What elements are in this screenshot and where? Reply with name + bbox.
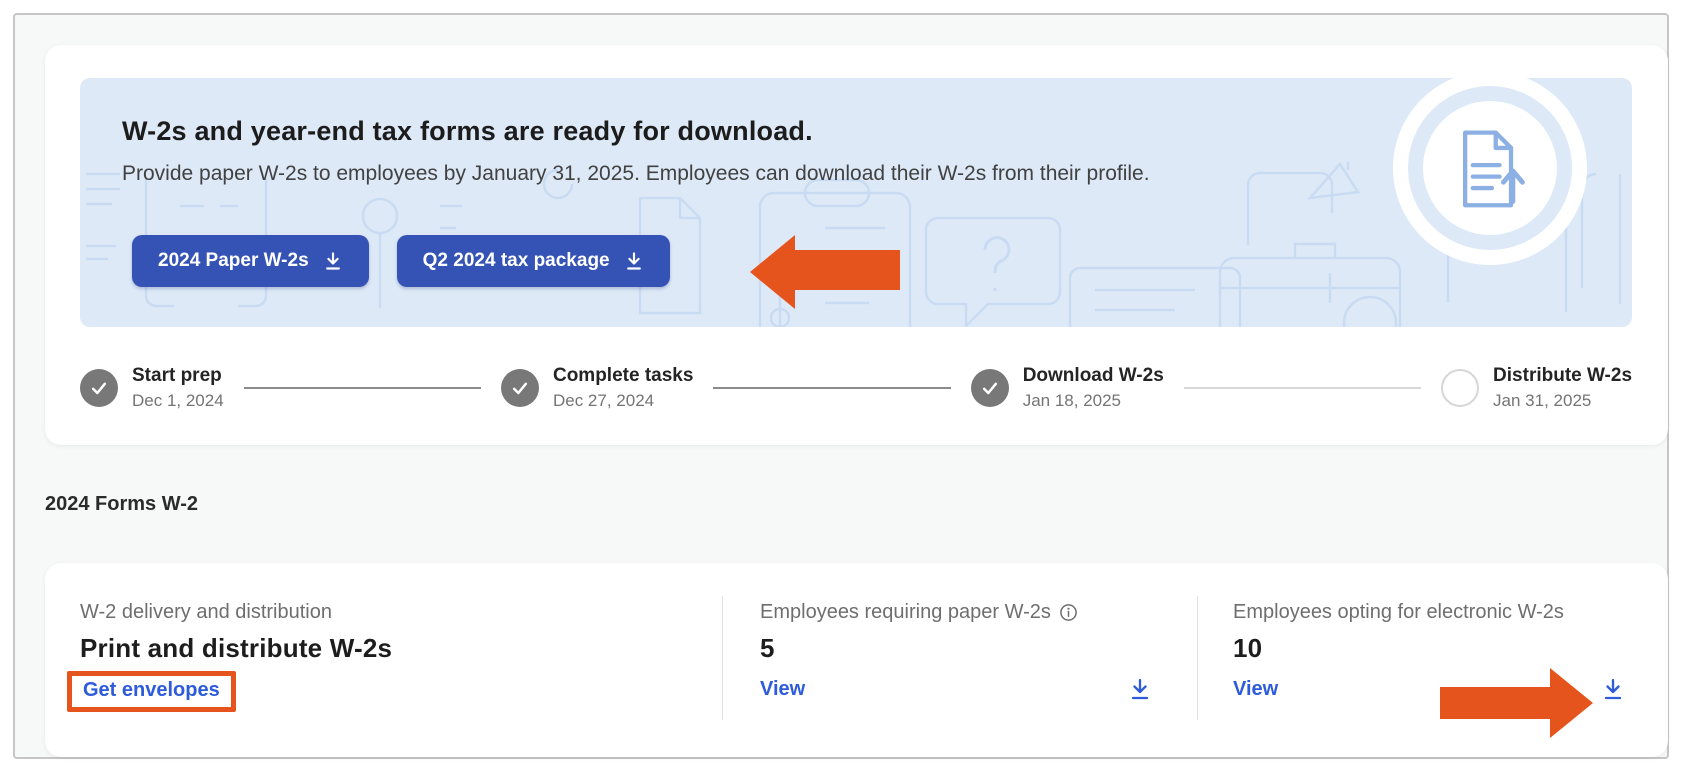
timeline-step-start-prep: Start prep Dec 1, 2024 xyxy=(80,365,224,411)
timeline-connector xyxy=(244,387,481,389)
step-label: Distribute W-2s xyxy=(1493,365,1632,387)
timeline-step-download-w2s: Download W-2s Jan 18, 2025 xyxy=(971,365,1164,411)
step-date: Jan 18, 2025 xyxy=(1023,391,1164,411)
timeline-connector xyxy=(713,387,950,389)
column-divider xyxy=(722,596,723,720)
delivery-column-title: Print and distribute W-2s xyxy=(80,633,722,664)
step-date: Dec 27, 2024 xyxy=(553,391,693,411)
download-icon xyxy=(323,251,343,271)
electronic-w2s-count: 10 xyxy=(1233,633,1625,664)
column-divider xyxy=(1197,596,1198,720)
w2-progress-timeline: Start prep Dec 1, 2024 Complete tasks De… xyxy=(80,359,1632,417)
document-upload-icon xyxy=(1451,125,1529,211)
paper-w2s-count: 5 xyxy=(760,633,1152,664)
annotation-arrow-right-icon xyxy=(1440,668,1593,738)
step-complete-circle xyxy=(971,369,1009,407)
timeline-connector xyxy=(1184,387,1421,389)
step-label: Start prep xyxy=(132,365,224,387)
electronic-w2s-view-link[interactable]: View xyxy=(1233,678,1278,701)
check-icon xyxy=(510,378,530,398)
info-icon[interactable] xyxy=(1059,603,1078,622)
w2-summary-card: W-2 delivery and distribution Print and … xyxy=(45,563,1668,757)
check-icon xyxy=(89,378,109,398)
paper-w2s-button-label: 2024 Paper W-2s xyxy=(158,250,309,272)
download-icon[interactable] xyxy=(1128,677,1152,701)
banner-badge xyxy=(1393,78,1587,265)
download-icon xyxy=(624,251,644,271)
step-label: Complete tasks xyxy=(553,365,693,387)
paper-w2s-view-link[interactable]: View xyxy=(760,678,805,701)
check-icon xyxy=(980,378,1000,398)
delivery-column-label: W-2 delivery and distribution xyxy=(80,601,722,624)
page-frame: W-2s and year-end tax forms are ready fo… xyxy=(13,13,1669,759)
q2-tax-package-button-label: Q2 2024 tax package xyxy=(423,250,610,272)
step-complete-circle xyxy=(80,369,118,407)
q2-tax-package-download-button[interactable]: Q2 2024 tax package xyxy=(397,235,670,287)
timeline-step-complete-tasks: Complete tasks Dec 27, 2024 xyxy=(501,365,693,411)
w2-dashboard-screen: W-2s and year-end tax forms are ready fo… xyxy=(0,0,1682,772)
paper-w2s-download-button[interactable]: 2024 Paper W-2s xyxy=(132,235,369,287)
paper-w2s-column-label: Employees requiring paper W-2s xyxy=(760,601,1051,624)
step-pending-circle xyxy=(1441,369,1479,407)
step-date: Dec 1, 2024 xyxy=(132,391,224,411)
electronic-w2s-column: Employees opting for electronic W-2s 10 … xyxy=(1197,563,1668,757)
step-date: Jan 31, 2025 xyxy=(1493,391,1632,411)
step-complete-circle xyxy=(501,369,539,407)
get-envelopes-highlight-box: Get envelopes xyxy=(67,671,236,712)
step-label: Download W-2s xyxy=(1023,365,1164,387)
annotation-arrow-left-icon xyxy=(750,235,900,309)
electronic-w2s-column-label: Employees opting for electronic W-2s xyxy=(1233,601,1564,624)
section-title: 2024 Forms W-2 xyxy=(45,493,198,516)
timeline-step-distribute-w2s: Distribute W-2s Jan 31, 2025 xyxy=(1441,365,1632,411)
delivery-column: W-2 delivery and distribution Print and … xyxy=(45,563,722,757)
get-envelopes-link[interactable]: Get envelopes xyxy=(83,679,220,701)
download-icon[interactable] xyxy=(1601,677,1625,701)
paper-w2s-column: Employees requiring paper W-2s 5 View xyxy=(722,563,1197,757)
